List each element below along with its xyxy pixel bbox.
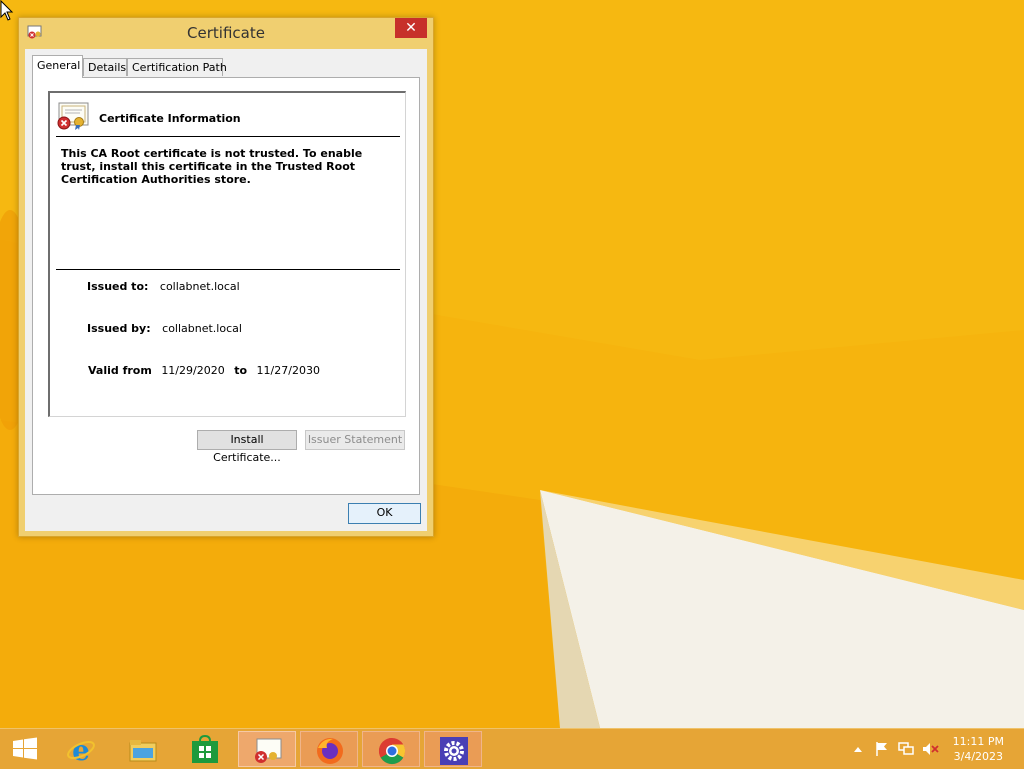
taskbar-store[interactable] bbox=[176, 731, 234, 767]
taskbar-certificate[interactable] bbox=[238, 731, 296, 767]
chrome-icon bbox=[378, 737, 406, 765]
clock-date: 3/4/2023 bbox=[953, 750, 1004, 763]
store-icon bbox=[192, 735, 218, 763]
issued-to-value: collabnet.local bbox=[159, 280, 240, 293]
taskbar-settings[interactable] bbox=[424, 731, 482, 767]
certificate-error-icon bbox=[57, 102, 89, 130]
general-tab-panel: Certificate Information This CA Root cer… bbox=[32, 77, 420, 495]
taskbar-internet-explorer[interactable]: e bbox=[52, 731, 110, 767]
tab-details[interactable]: Details bbox=[83, 58, 127, 76]
issued-to-row: Issued to: collabnet.local bbox=[87, 280, 240, 293]
taskbar-firefox[interactable] bbox=[300, 731, 358, 767]
certificate-icon bbox=[255, 738, 282, 763]
tab-certification-path[interactable]: Certification Path bbox=[127, 58, 227, 76]
ok-button[interactable]: OK bbox=[348, 503, 421, 524]
divider bbox=[56, 269, 400, 270]
close-icon: ✕ bbox=[405, 20, 417, 36]
show-hidden-icons-icon[interactable] bbox=[853, 745, 863, 753]
mouse-cursor-icon bbox=[0, 0, 14, 21]
taskbar-chrome[interactable] bbox=[362, 731, 420, 767]
certificate-info-box: Certificate Information This CA Root cer… bbox=[48, 91, 406, 417]
clock-time: 11:11 PM bbox=[952, 735, 1004, 748]
network-icon[interactable] bbox=[898, 741, 914, 757]
issued-by-value: collabnet.local bbox=[162, 322, 242, 335]
svg-text:e: e bbox=[72, 735, 90, 765]
valid-dates-row: Valid from 11/29/2020 to 11/27/2030 bbox=[88, 364, 320, 377]
taskbar: e 11:11 PM 3/4/2023 bbox=[0, 728, 1024, 769]
internet-explorer-icon: e bbox=[67, 735, 95, 765]
settings-icon bbox=[440, 737, 468, 765]
trust-warning-text: This CA Root certificate is not trusted.… bbox=[61, 147, 363, 186]
valid-to-value: 11/27/2030 bbox=[256, 364, 320, 377]
issuer-statement-button[interactable]: Issuer Statement bbox=[305, 430, 405, 450]
close-button[interactable]: ✕ bbox=[395, 18, 427, 38]
issued-by-row: Issued by: collabnet.local bbox=[87, 322, 242, 335]
start-icon bbox=[13, 737, 37, 760]
info-heading: Certificate Information bbox=[99, 112, 241, 125]
title-bar[interactable]: Certificate ✕ bbox=[19, 18, 433, 48]
valid-from-value: 11/29/2020 bbox=[161, 364, 225, 377]
issued-by-label: Issued by: bbox=[87, 322, 151, 335]
action-center-flag-icon[interactable] bbox=[874, 741, 890, 757]
valid-to-label: to bbox=[234, 364, 248, 377]
dialog-title: Certificate bbox=[187, 24, 265, 42]
start-button[interactable] bbox=[0, 731, 50, 767]
issued-to-label: Issued to: bbox=[87, 280, 149, 293]
taskbar-clock[interactable]: 11:11 PM 3/4/2023 bbox=[953, 734, 1004, 764]
tab-general[interactable]: General bbox=[32, 55, 83, 78]
taskbar-file-explorer[interactable] bbox=[114, 731, 172, 767]
dialog-client-area: General Details Certification Path Certi… bbox=[25, 49, 427, 531]
divider bbox=[56, 136, 400, 137]
install-certificate-button[interactable]: Install Certificate... bbox=[197, 430, 297, 464]
volume-muted-icon[interactable] bbox=[922, 741, 940, 757]
system-tray bbox=[850, 729, 950, 769]
firefox-icon bbox=[317, 738, 343, 764]
file-explorer-icon bbox=[129, 740, 157, 762]
valid-from-label: Valid from bbox=[88, 364, 152, 377]
certificate-dialog: Certificate ✕ General Details Certificat… bbox=[18, 17, 434, 537]
